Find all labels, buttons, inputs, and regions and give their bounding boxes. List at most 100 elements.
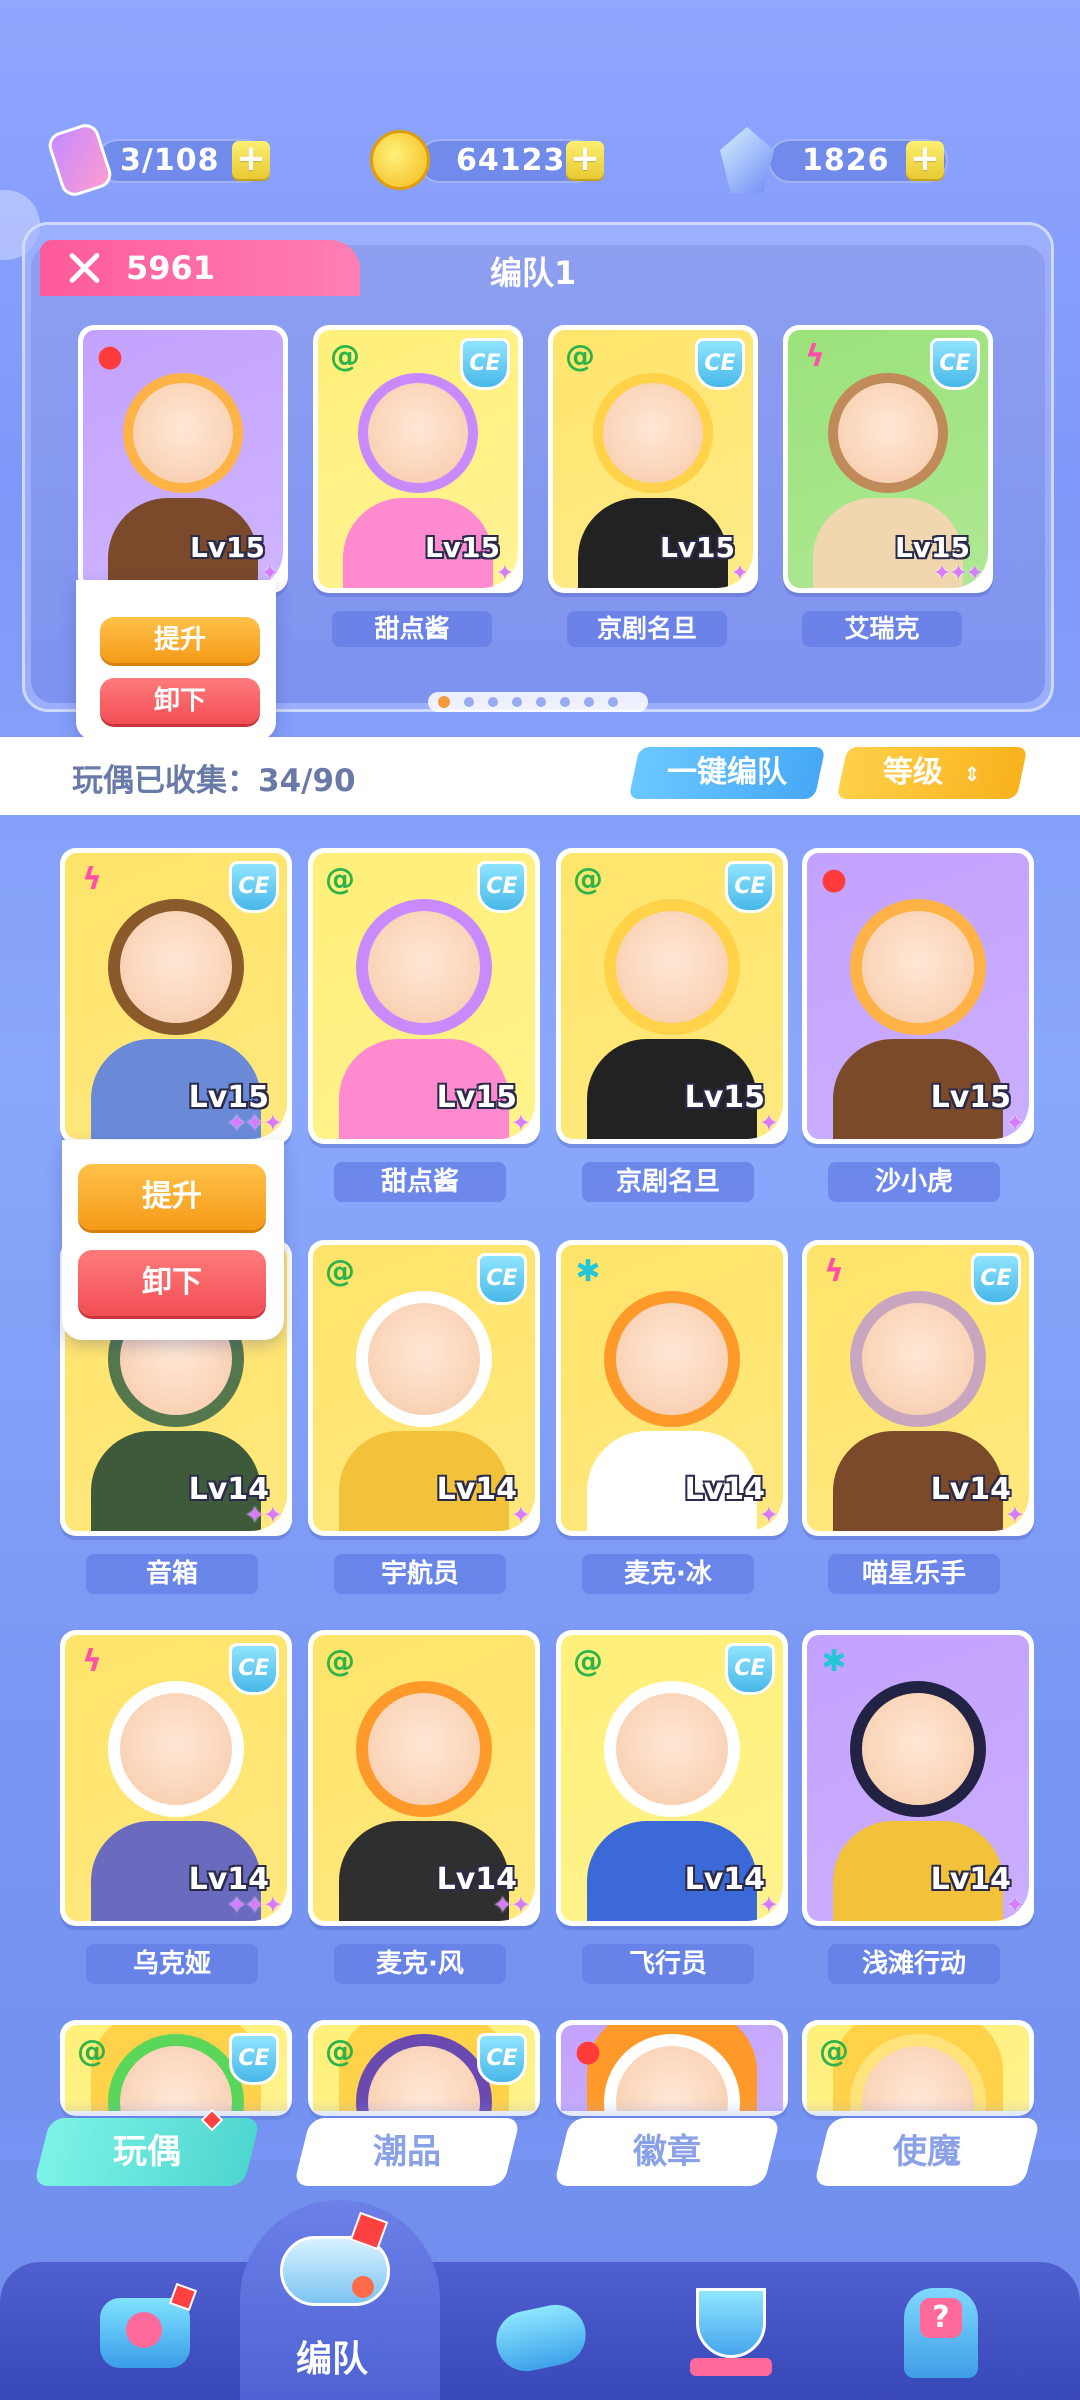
team-power-value: 5961 (126, 249, 216, 287)
character-portrait: ϟ CE Lv15 ✦✦✦ (788, 330, 988, 588)
page-dot[interactable] (488, 697, 498, 707)
character-level: Lv15 (189, 531, 265, 564)
wind-element-icon: @ (325, 862, 355, 897)
tab-dolls[interactable]: 玩偶 (33, 2118, 261, 2186)
tab-familiars[interactable]: 使魔 (813, 2118, 1041, 2186)
character-face (108, 899, 244, 1036)
team-member-card[interactable]: @ CE Lv15 ✦ (313, 325, 523, 593)
team-unequip-button[interactable]: 卸下 (100, 678, 260, 724)
doll-card[interactable]: ✱ Lv14 ✦ (556, 1240, 788, 1536)
doll-card[interactable]: @ CE Lv14 ✦ (556, 1630, 788, 1926)
star-rank-icon: ✦ (1004, 1109, 1025, 1137)
team-member-card[interactable]: ϟ CE Lv15 ✦✦✦ (783, 325, 993, 593)
one-click-team-button[interactable]: 一键编队 (628, 747, 826, 799)
team-member-name: 艾瑞克 (802, 611, 962, 647)
character-portrait: ϟ CE Lv14 ✦✦✦ (65, 1635, 287, 1921)
doll-upgrade-button[interactable]: 提升 (78, 1164, 266, 1230)
character-portrait: @ Lv14 ✦✦ (313, 1635, 535, 1921)
character-portrait: ✱ Lv14 ✦ (561, 1245, 783, 1531)
ce-badge-icon: CE (229, 861, 279, 913)
wind-element-icon: @ (565, 339, 595, 374)
sort-level-button[interactable]: 等级 ⇕ (836, 747, 1028, 799)
tab-badges[interactable]: 徽章 (553, 2118, 781, 2186)
collection-bar: 玩偶已收集：34/90 一键编队 等级 ⇕ (0, 737, 1080, 815)
doll-name: 京剧名旦 (582, 1162, 754, 1202)
doll-name: 喵星乐手 (828, 1554, 1000, 1594)
one-click-team-label: 一键编队 (667, 755, 787, 790)
add-stamina-button[interactable]: + (232, 141, 270, 179)
ice-element-icon: ✱ (575, 1254, 601, 1289)
character-level: Lv14 (930, 1472, 1011, 1507)
page-dot[interactable] (512, 697, 522, 707)
wind-element-icon: @ (325, 2034, 355, 2069)
ce-badge-icon: CE (229, 2033, 279, 2085)
trophy-icon[interactable] (670, 2268, 790, 2388)
character-portrait: @ CE (65, 2025, 287, 2111)
team-member-card[interactable]: ● Lv15 ✦ (78, 325, 288, 593)
doll-name: 乌克娅 (86, 1944, 258, 1984)
doll-card[interactable]: ϟ CE Lv14 ✦ (802, 1240, 1034, 1536)
star-rank-icon: ✦ (758, 1501, 779, 1529)
tab-dolls-label: 玩偶 (113, 2132, 181, 2172)
page-dot[interactable] (464, 697, 474, 707)
character-level: Lv15 (930, 1080, 1011, 1115)
page-dot[interactable] (560, 697, 570, 707)
doll-card[interactable]: @ CE Lv14 ✦ (308, 1240, 540, 1536)
ce-badge-icon: CE (971, 1253, 1021, 1305)
thunder-element-icon: ϟ (824, 1254, 844, 1289)
character-face (850, 899, 986, 1036)
fire-element-icon: ● (574, 2034, 602, 2069)
ice-element-icon: ✱ (821, 1644, 847, 1679)
character-face (604, 899, 740, 1036)
add-coins-button[interactable]: + (566, 141, 604, 179)
character-face (356, 1681, 492, 1818)
doll-name: 宇航员 (334, 1554, 506, 1594)
character-portrait: ● Lv15 ✦ (807, 853, 1029, 1139)
team-page-dots (428, 692, 648, 712)
thunder-element-icon: ϟ (82, 1644, 102, 1679)
doll-name: 甜点酱 (334, 1162, 506, 1202)
team-member-card[interactable]: @ CE Lv15 ✦ (548, 325, 758, 593)
doll-card[interactable]: @ Lv14 ✦✦ (308, 1630, 540, 1926)
whistle-team-icon[interactable] (270, 2196, 410, 2326)
gacha-machine-icon[interactable]: ? (880, 2268, 1000, 2388)
gamepad-icon[interactable] (480, 2268, 600, 2388)
team-upgrade-button[interactable]: 提升 (100, 617, 260, 663)
tab-trendy-items[interactable]: 潮品 (293, 2118, 521, 2186)
fire-element-icon: ● (96, 339, 124, 374)
tab-badges-label: 徽章 (633, 2132, 701, 2172)
character-portrait: @ CE Lv15 ✦ (561, 853, 783, 1139)
page-dot[interactable] (536, 697, 546, 707)
character-portrait: @ CE (313, 2025, 535, 2111)
star-rank-icon: ✦ (730, 561, 749, 586)
character-face (604, 1291, 740, 1428)
character-portrait: @ CE Lv15 ✦ (318, 330, 518, 588)
character-face (593, 373, 713, 494)
doll-card[interactable]: ✱ Lv14 ✦ (802, 1630, 1034, 1926)
doll-card[interactable]: @ CE Lv15 ✦ (556, 848, 788, 1144)
tab-trendy-label: 潮品 (373, 2132, 441, 2172)
coins-value: 64123 (456, 143, 566, 178)
page-dot[interactable] (438, 696, 450, 708)
doll-card[interactable]: ● Lv15 ✦ (802, 848, 1034, 1144)
page-dot[interactable] (584, 697, 594, 707)
ce-badge-icon: CE (477, 2033, 527, 2085)
doll-card[interactable]: @ CE Lv15 ✦ (308, 848, 540, 1144)
wind-element-icon: @ (330, 339, 360, 374)
page-dot[interactable] (608, 697, 618, 707)
doll-unequip-button[interactable]: 卸下 (78, 1250, 266, 1316)
star-rank-icon: ✦✦✦ (226, 1891, 283, 1919)
shop-icon[interactable] (86, 2268, 206, 2388)
character-portrait: ϟ CE Lv15 ✦✦✦ (65, 853, 287, 1139)
add-gems-button[interactable]: + (906, 141, 944, 179)
doll-card[interactable]: ϟ CE Lv14 ✦✦✦ (60, 1630, 292, 1926)
character-face (358, 373, 478, 494)
doll-name: 麦克·冰 (582, 1554, 754, 1594)
crossed-swords-icon (64, 248, 104, 288)
star-rank-icon: ✦✦ (244, 1501, 283, 1529)
stamina-counter: 3/108 + (45, 120, 270, 200)
thunder-element-icon: ϟ (805, 339, 825, 374)
character-portrait: ✱ Lv14 ✦ (807, 1635, 1029, 1921)
doll-card[interactable]: ϟ CE Lv15 ✦✦✦ (60, 848, 292, 1144)
ce-badge-icon: CE (695, 338, 745, 390)
